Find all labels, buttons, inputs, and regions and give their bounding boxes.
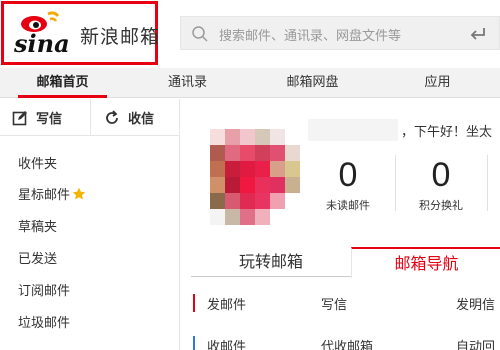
- unread-label: 未读邮件: [326, 199, 370, 212]
- nav-link-compose[interactable]: 写信: [321, 294, 347, 313]
- avatar-pixel: [240, 145, 255, 161]
- compose-button[interactable]: 写信: [12, 99, 62, 136]
- nav-link-collect[interactable]: 代收邮箱: [321, 336, 373, 350]
- avatar-pixel: [255, 145, 270, 161]
- tab-mail-tips[interactable]: 玩转邮箱: [191, 247, 351, 277]
- avatar-pixel: [255, 209, 270, 225]
- sina-logo-icon: sina: [13, 11, 70, 56]
- avatar-pixel: [255, 129, 270, 145]
- avatar[interactable]: [210, 129, 300, 225]
- nav-row-label: 发邮件: [207, 298, 247, 313]
- avatar-pixel: [285, 177, 300, 193]
- tab-mail-home[interactable]: 邮箱首页: [0, 68, 125, 98]
- receive-label: 收信: [128, 112, 155, 127]
- points-count: 0: [431, 156, 451, 194]
- avatar-pixel: [225, 161, 240, 177]
- avatar-pixel: [210, 209, 225, 225]
- avatar-pixel: [225, 145, 240, 161]
- header: sina 新浪邮箱 搜索邮件、通讯录、网盘文件等: [0, 0, 500, 68]
- avatar-pixel: [270, 129, 285, 145]
- unread-count: 0: [338, 156, 358, 194]
- avatar-pixel: [240, 161, 255, 177]
- sidebar-item-drafts[interactable]: 草稿夹: [18, 216, 57, 235]
- logo[interactable]: sina 新浪邮箱: [1, 1, 161, 65]
- avatar-pixel: [225, 129, 240, 145]
- search-icon[interactable]: [191, 25, 209, 43]
- avatar-pixel: [210, 145, 225, 161]
- avatar-pixel: [240, 209, 255, 225]
- avatar-pixel: [210, 193, 225, 209]
- avatar-pixel: [270, 161, 285, 177]
- sub-tabs: 玩转邮箱 邮箱导航: [191, 247, 500, 278]
- sidebar: 写信 收信 收件夹 星标邮件 草稿夹 已发送 订阅邮件 垃圾邮件: [0, 99, 180, 350]
- nav-row-label: 收邮件: [207, 340, 247, 350]
- avatar-pixel: [255, 177, 270, 193]
- avatar-pixel: [285, 129, 300, 145]
- avatar-pixel: [240, 193, 255, 209]
- search-box[interactable]: 搜索邮件、通讯录、网盘文件等: [180, 16, 500, 50]
- sidebar-item-inbox[interactable]: 收件夹: [18, 153, 57, 172]
- avatar-pixel: [270, 193, 285, 209]
- nav-row-send: 发邮件 写信 发明信: [191, 292, 500, 316]
- sidebar-actions: 写信 收信: [0, 99, 180, 136]
- nav-link-autoreply[interactable]: 自动回: [456, 336, 495, 350]
- nav-link-postcard[interactable]: 发明信: [456, 294, 495, 313]
- avatar-pixel: [270, 145, 285, 161]
- avatar-pixel: [285, 193, 300, 209]
- tab-mail-nav[interactable]: 邮箱导航: [351, 247, 500, 278]
- stat-unread[interactable]: 0 未读邮件: [308, 155, 388, 213]
- avatar-pixel: [255, 193, 270, 209]
- avatar-pixel: [225, 193, 240, 209]
- avatar-pixel: [225, 177, 240, 193]
- sidebar-item-sent[interactable]: 已发送: [18, 248, 57, 267]
- tab-apps[interactable]: 应用: [375, 68, 500, 98]
- stat-divider: [395, 155, 396, 211]
- avatar-pixel: [210, 129, 225, 145]
- avatar-pixel: [240, 177, 255, 193]
- svg-text:sina: sina: [13, 29, 70, 56]
- row-marker: [193, 336, 195, 350]
- star-icon: [72, 187, 86, 200]
- nav-row-receive: 收邮件 代收邮箱 自动回: [191, 334, 500, 350]
- logo-text: 新浪邮箱: [80, 26, 161, 48]
- avatar-pixel: [285, 209, 300, 225]
- avatar-pixel: [210, 161, 225, 177]
- points-label: 积分换礼: [419, 199, 463, 212]
- avatar-pixel: [225, 209, 240, 225]
- avatar-pixel: [255, 161, 270, 177]
- sidebar-item-label: 星标邮件: [18, 188, 71, 203]
- sidebar-item-spam[interactable]: 垃圾邮件: [18, 312, 70, 331]
- stat-points[interactable]: 0 积分换礼: [401, 155, 481, 213]
- refresh-icon: [106, 109, 118, 124]
- tab-contacts[interactable]: 通讯录: [125, 68, 250, 98]
- avatar-pixel: [285, 145, 300, 161]
- top-tabs: 邮箱首页 通讯录 邮箱网盘 应用: [0, 68, 500, 98]
- compose-icon: [12, 110, 27, 125]
- divider: [90, 99, 91, 136]
- receive-button[interactable]: 收信: [104, 99, 154, 136]
- sidebar-item-subscriptions[interactable]: 订阅邮件: [18, 280, 70, 299]
- search-input[interactable]: 搜索邮件、通讯录、网盘文件等: [219, 25, 401, 44]
- avatar-pixel: [285, 161, 300, 177]
- main-panel: ，下午好！坐太 0 未读邮件 0 积分换礼 玩转邮箱 邮箱导航 发邮件 写信 发…: [181, 99, 500, 350]
- row-marker: [193, 294, 195, 312]
- avatar-pixel: [210, 177, 225, 193]
- avatar-pixel: [270, 209, 285, 225]
- greeting-text: ，下午好！坐太: [401, 125, 493, 140]
- avatar-pixel: [270, 177, 285, 193]
- tab-netdisk[interactable]: 邮箱网盘: [250, 68, 375, 98]
- avatar-pixel: [240, 129, 255, 145]
- enter-icon[interactable]: [469, 26, 487, 42]
- user-name: [308, 119, 398, 141]
- stat-divider: [487, 155, 488, 211]
- compose-label: 写信: [36, 112, 63, 127]
- sidebar-item-starred[interactable]: 星标邮件: [18, 184, 86, 203]
